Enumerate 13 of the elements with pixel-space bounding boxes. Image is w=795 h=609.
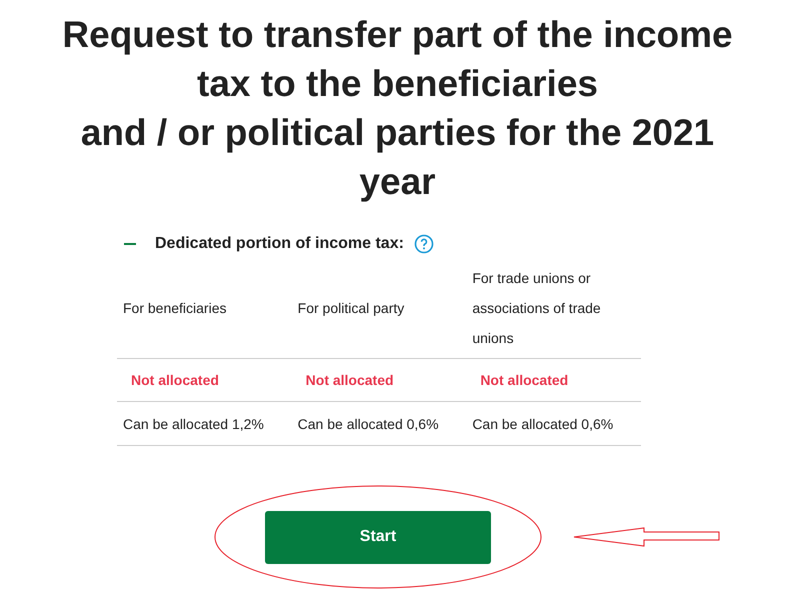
- column-header: For political party: [292, 260, 466, 358]
- column-header: For beneficiaries: [117, 260, 292, 358]
- column-header: For trade unions or associations of trade unions: [466, 260, 641, 358]
- table-cell: Can be allocated 0,6%: [466, 402, 641, 446]
- page-title: Request to transfer part of the income tax to the beneficiaries and / or political parties for the 2021 year: [61, 13, 734, 204]
- start-button[interactable]: Start: [265, 510, 491, 564]
- table-cell: Can be allocated 0,6%: [292, 402, 466, 446]
- status-label: Not allocated: [466, 358, 641, 402]
- status-label: Not allocated: [292, 358, 466, 402]
- help-icon[interactable]: [414, 234, 434, 254]
- status-label: Not allocated: [117, 358, 292, 402]
- section-title: Dedicated portion of income tax:: [155, 235, 404, 253]
- table-cell: Can be allocated 1,2%: [117, 402, 292, 446]
